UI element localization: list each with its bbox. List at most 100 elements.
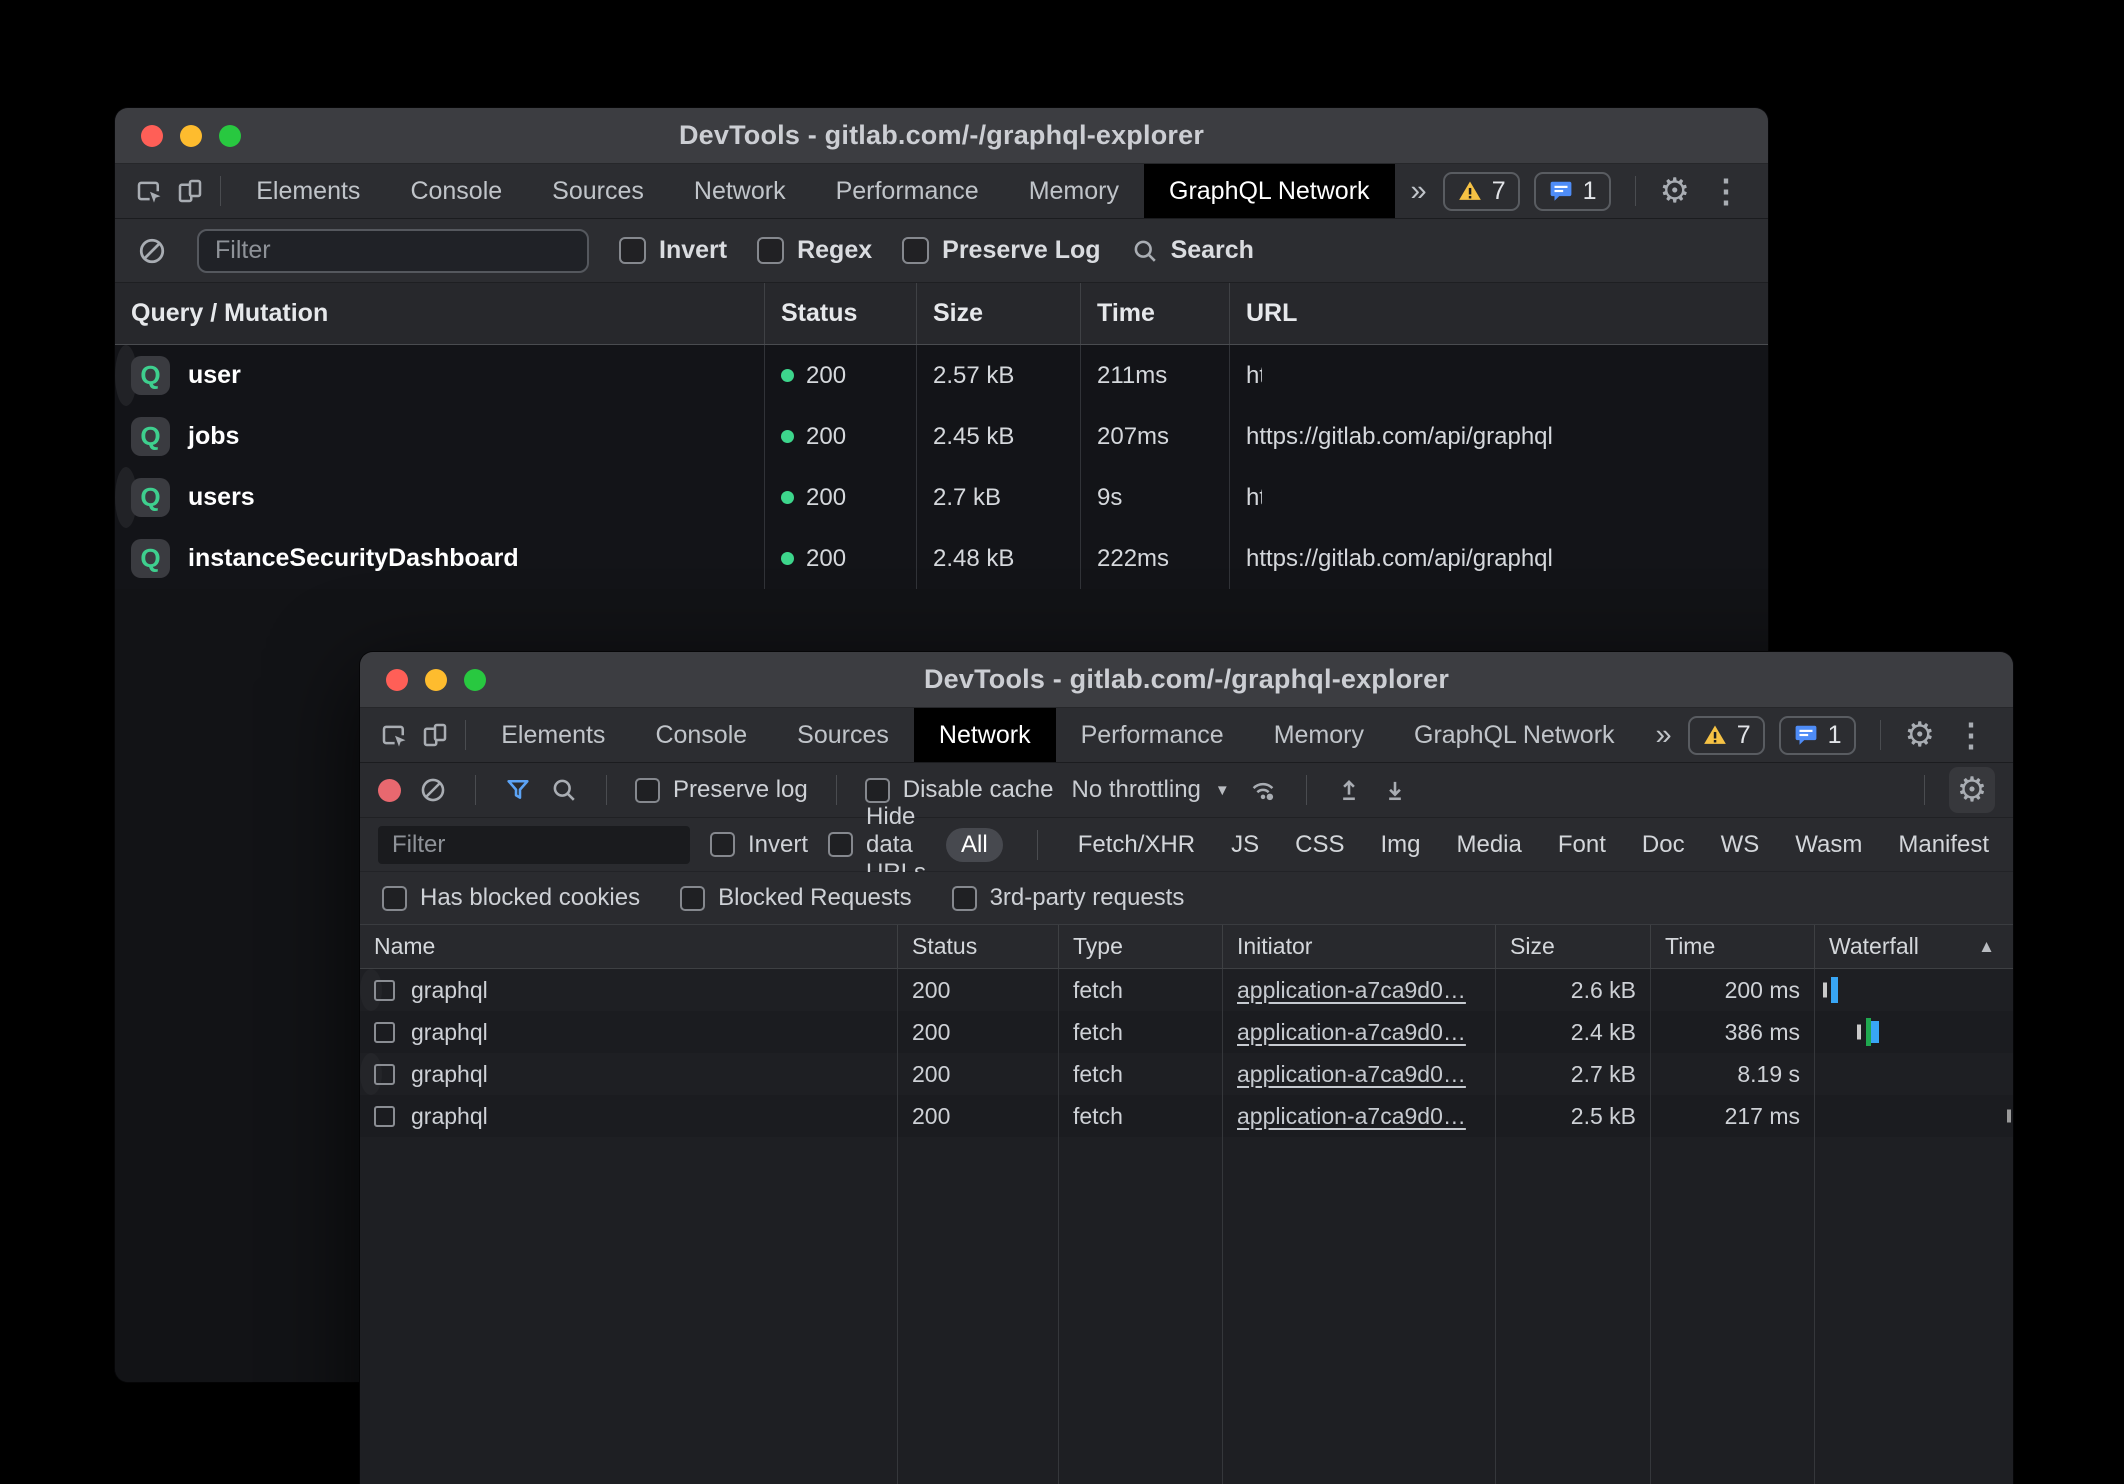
column-header-initiator[interactable]: Initiator [1223, 925, 1496, 968]
zoom-window-button[interactable] [219, 125, 241, 147]
column-header-query-mutation[interactable]: Query / Mutation [115, 283, 765, 344]
column-header-size[interactable]: Size [1496, 925, 1651, 968]
close-window-button[interactable] [141, 125, 163, 147]
throttling-value: No throttling [1071, 776, 1200, 804]
table-row[interactable]: Q jobs 200 2.45 kB 207ms https://gitlab.… [115, 406, 1768, 467]
invert-checkbox[interactable]: Invert [710, 831, 808, 859]
row-checkbox[interactable] [374, 980, 395, 1001]
tab-network[interactable]: Network [669, 164, 811, 218]
column-header-status[interactable]: Status [898, 925, 1059, 968]
tab-graphql-network[interactable]: GraphQL Network [1389, 708, 1640, 762]
preserve-log-checkbox[interactable]: Preserve Log [902, 236, 1100, 265]
table-row[interactable]: graphql 200 fetch application-a7ca9d0… 2… [360, 1095, 2013, 1137]
settings-gear-icon[interactable]: ⚙ [1660, 174, 1690, 208]
tab-console[interactable]: Console [630, 708, 772, 762]
tab-elements[interactable]: Elements [476, 708, 630, 762]
close-window-button[interactable] [386, 669, 408, 691]
inspect-element-icon[interactable] [129, 164, 170, 218]
chip-js[interactable]: JS [1225, 828, 1265, 862]
row-checkbox[interactable] [374, 1064, 395, 1085]
column-header-time[interactable]: Time [1081, 283, 1230, 344]
table-row[interactable]: Q user 200 2.57 kB 211ms https://gitlab.… [115, 345, 137, 406]
table-row[interactable]: Q instanceSecurityDashboard 200 2.48 kB … [115, 528, 1768, 589]
export-har-icon[interactable] [1381, 776, 1409, 804]
chip-ws[interactable]: WS [1715, 828, 1766, 862]
warnings-badge[interactable]: 7 [1443, 172, 1520, 211]
tab-console[interactable]: Console [385, 164, 527, 218]
issues-badge[interactable]: 1 [1534, 172, 1611, 211]
invert-checkbox[interactable]: Invert [619, 236, 727, 265]
preserve-log-checkbox[interactable]: Preserve log [635, 776, 808, 804]
chip-media[interactable]: Media [1450, 828, 1527, 862]
network-conditions-icon[interactable] [1248, 775, 1278, 805]
inspect-element-icon[interactable] [374, 708, 415, 762]
record-network-log-button[interactable] [378, 779, 401, 802]
size-cell: 2.5 kB [1496, 1095, 1651, 1137]
chip-font[interactable]: Font [1552, 828, 1612, 862]
third-party-requests-checkbox[interactable]: 3rd-party requests [952, 884, 1185, 912]
tab-sources[interactable]: Sources [527, 164, 669, 218]
settings-gear-icon[interactable]: ⚙ [1905, 718, 1935, 752]
table-row[interactable]: graphql 200 fetch application-a7ca9d0… 2… [360, 1011, 2013, 1053]
tab-network[interactable]: Network [914, 708, 1056, 762]
initiator-link[interactable]: application-a7ca9d0… [1237, 1019, 1466, 1046]
tab-sources[interactable]: Sources [772, 708, 914, 762]
column-header-url[interactable]: URL [1230, 283, 1768, 344]
has-blocked-cookies-checkbox[interactable]: Has blocked cookies [382, 884, 640, 912]
tab-graphql-network[interactable]: GraphQL Network [1144, 164, 1395, 218]
device-toolbar-icon[interactable] [415, 708, 456, 762]
regex-checkbox[interactable]: Regex [757, 236, 872, 265]
column-header-name[interactable]: Name [360, 925, 898, 968]
issues-badge[interactable]: 1 [1779, 716, 1856, 755]
filter-input[interactable] [197, 229, 589, 273]
column-header-waterfall[interactable]: Waterfall ▲ [1815, 925, 2013, 968]
import-har-icon[interactable] [1335, 776, 1363, 804]
search-control[interactable]: Search [1131, 236, 1254, 265]
tab-memory[interactable]: Memory [1249, 708, 1389, 762]
chip-css[interactable]: CSS [1289, 828, 1350, 862]
chip-wasm[interactable]: Wasm [1789, 828, 1868, 862]
traffic-lights [386, 652, 486, 707]
search-icon[interactable] [550, 776, 578, 804]
initiator-link[interactable]: application-a7ca9d0… [1237, 1061, 1466, 1088]
chip-img[interactable]: Img [1374, 828, 1426, 862]
column-header-size[interactable]: Size [917, 283, 1081, 344]
column-header-time[interactable]: Time [1651, 925, 1815, 968]
tab-performance[interactable]: Performance [1056, 708, 1249, 762]
row-checkbox[interactable] [374, 1106, 395, 1127]
network-settings-button[interactable]: ⚙ [1949, 767, 1995, 813]
tab-performance[interactable]: Performance [811, 164, 1004, 218]
kebab-menu-icon[interactable]: ⋮ [1949, 716, 1993, 754]
initiator-link[interactable]: application-a7ca9d0… [1237, 1103, 1466, 1130]
filter-input[interactable] [378, 826, 690, 864]
table-row[interactable]: graphql 200 fetch application-a7ca9d0… 2… [360, 969, 382, 1011]
blocked-requests-checkbox[interactable]: Blocked Requests [680, 884, 911, 912]
more-tabs-chevron-icon[interactable]: » [1640, 708, 1688, 762]
filter-funnel-icon[interactable] [504, 776, 532, 804]
table-row[interactable]: graphql 200 fetch application-a7ca9d0… 2… [360, 1053, 382, 1095]
tab-memory[interactable]: Memory [1004, 164, 1144, 218]
column-header-type[interactable]: Type [1059, 925, 1223, 968]
zoom-window-button[interactable] [464, 669, 486, 691]
chip-doc[interactable]: Doc [1636, 828, 1691, 862]
query-name-cell: Q user [115, 345, 765, 406]
warnings-badge[interactable]: 7 [1688, 716, 1765, 755]
column-header-status[interactable]: Status [765, 283, 917, 344]
initiator-link[interactable]: application-a7ca9d0… [1237, 977, 1466, 1004]
minimize-window-button[interactable] [425, 669, 447, 691]
chip-fetch-xhr[interactable]: Fetch/XHR [1072, 828, 1201, 862]
chip-all[interactable]: All [946, 828, 1003, 862]
disable-cache-checkbox[interactable]: Disable cache [865, 776, 1054, 804]
status-cell: 200 [898, 1011, 1059, 1053]
table-row[interactable]: Q users 200 2.7 kB 9s https://gitlab.com… [115, 467, 137, 528]
row-checkbox[interactable] [374, 1022, 395, 1043]
device-toolbar-icon[interactable] [170, 164, 211, 218]
clear-icon[interactable] [137, 236, 167, 266]
kebab-menu-icon[interactable]: ⋮ [1704, 172, 1748, 210]
chip-manifest[interactable]: Manifest [1892, 828, 1995, 862]
more-tabs-chevron-icon[interactable]: » [1395, 164, 1443, 218]
minimize-window-button[interactable] [180, 125, 202, 147]
tab-elements[interactable]: Elements [231, 164, 385, 218]
throttling-dropdown[interactable]: No throttling ▼ [1071, 776, 1229, 804]
clear-network-log-icon[interactable] [419, 776, 447, 804]
